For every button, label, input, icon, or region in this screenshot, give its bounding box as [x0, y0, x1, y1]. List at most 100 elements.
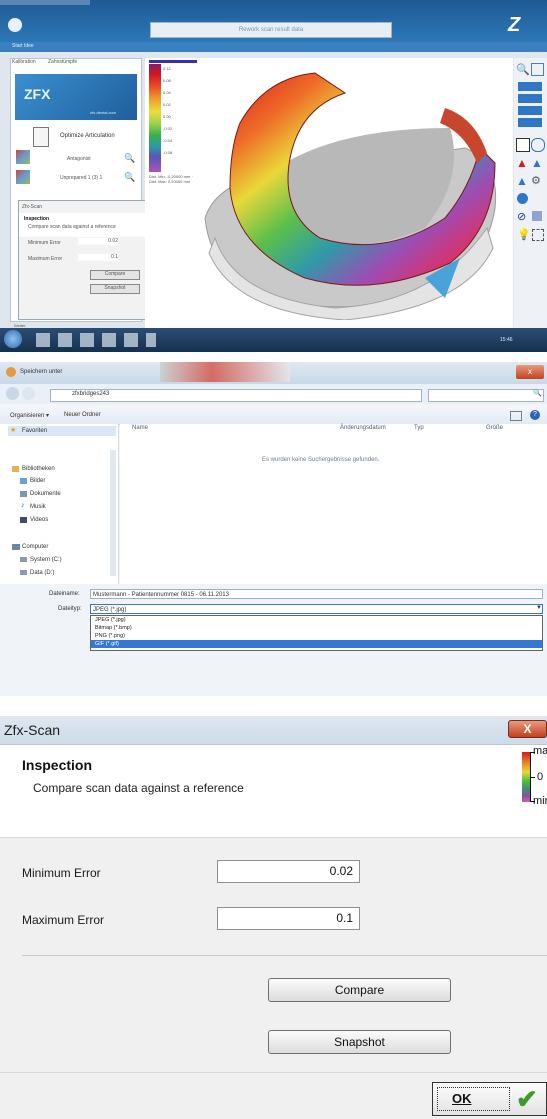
tab-zahnstuempfe[interactable]: Zahnstümpfe: [48, 59, 77, 65]
organize-button[interactable]: Organisieren ▾: [10, 412, 49, 419]
nav-item-documents[interactable]: Dokumente: [30, 491, 61, 497]
optimize-articulation-label[interactable]: Optimize Articulation: [60, 133, 115, 139]
music-icon: ♪: [21, 502, 25, 509]
inspection-title-bar: [0, 716, 547, 745]
unprepared-icon[interactable]: [16, 170, 30, 184]
nav-item-libraries[interactable]: Bibliotheken: [22, 466, 55, 472]
back-arrow-icon[interactable]: [6, 387, 19, 400]
ok-label: OK: [452, 1091, 472, 1106]
snapshot-button[interactable]: Snapshot: [268, 1030, 451, 1054]
filename-label: Dateiname:: [49, 591, 80, 597]
legend-values: 0.12 0.08 0.04 0.02 0.00 -0.02 -0.04 -0.…: [163, 66, 173, 155]
column-name[interactable]: Name: [132, 425, 148, 431]
error-color-scale: [522, 752, 530, 802]
documents-icon: [20, 491, 27, 497]
nav-item-music[interactable]: Musik: [30, 504, 46, 510]
nav-item-computer[interactable]: Computer: [22, 544, 48, 550]
column-size[interactable]: Größe: [486, 425, 503, 431]
mini-dialog-title: Zfx-Scan: [22, 204, 43, 210]
mini-compare-button[interactable]: Compare: [90, 270, 140, 280]
chevron-down-icon[interactable]: ▼: [536, 605, 542, 611]
ribbon-bar: [0, 42, 547, 52]
new-folder-button[interactable]: Neuer Ordner: [64, 412, 101, 418]
mini-min-error-field[interactable]: 0.02: [78, 238, 118, 245]
zoom-icon[interactable]: 🔍: [516, 63, 530, 76]
search-input[interactable]: [428, 389, 544, 402]
mini-max-error-field[interactable]: 0.1: [78, 254, 118, 261]
marker-mixed-icon[interactable]: ▲: [516, 174, 528, 188]
antagonist-label: Antagonist: [67, 156, 91, 162]
filetype-dropdown[interactable]: JPEG (*.jpg) Bitmap (*.bmp) PNG (*.png) …: [90, 615, 543, 651]
close-icon[interactable]: x: [516, 365, 544, 379]
divider: [22, 955, 547, 956]
grid-icon[interactable]: [532, 229, 544, 241]
square-icon[interactable]: [532, 211, 542, 221]
marker-red-icon[interactable]: ▲: [516, 156, 528, 170]
bulb-icon[interactable]: 💡: [517, 228, 531, 241]
select-icon[interactable]: [516, 138, 530, 152]
filetype-option-selected[interactable]: GIF (*.gif): [91, 640, 542, 648]
pictures-icon: [20, 478, 27, 484]
column-type[interactable]: Typ: [414, 425, 424, 431]
nav-item-data-drive[interactable]: Data (D:): [30, 570, 54, 576]
search-field[interactable]: Rework scan result data: [150, 22, 392, 38]
sphere-icon[interactable]: [517, 193, 528, 204]
zfx-logo-icon: Z: [508, 14, 521, 36]
filetype-option[interactable]: PNG (*.png): [91, 632, 542, 640]
minimum-error-input[interactable]: 0.02: [217, 860, 360, 883]
tab-kalibration[interactable]: Kalibration: [12, 59, 36, 65]
ok-focus-ring: [437, 1087, 510, 1111]
save-as-dialog-screenshot: Speichern unter x zfxbridges243 🔍 Organi…: [0, 362, 547, 696]
ribbon-tab[interactable]: Start Idee: [12, 43, 34, 49]
computer-icon: [12, 544, 20, 550]
scale-min-label: min: [533, 795, 547, 807]
marker-blue-icon[interactable]: ▲: [531, 156, 543, 170]
app-logo-icon[interactable]: [8, 18, 22, 32]
distance-stats: Dist. Min: -0.20000 mm · Dist. Max: 0.20…: [149, 174, 193, 184]
videos-icon: [20, 517, 27, 523]
dialog-icon: [6, 367, 16, 377]
filename-input[interactable]: Mustermann - Patientennummer 0815 - 06.1…: [90, 589, 543, 599]
nav-item-system-drive[interactable]: System (C:): [30, 557, 62, 563]
scale-max-label: max: [533, 745, 547, 757]
mini-dialog-subtitle: Compare scan data against a reference: [28, 224, 116, 230]
search-icon[interactable]: 🔍: [124, 153, 135, 164]
inspection-subtitle: Compare scan data against a reference: [33, 781, 244, 795]
mini-snapshot-button[interactable]: Snapshot: [90, 284, 140, 294]
inspection-window-title: Zfx-Scan: [4, 722, 61, 738]
column-modified[interactable]: Änderungsdatum: [340, 425, 386, 431]
forward-arrow-icon[interactable]: [22, 387, 35, 400]
filetype-select[interactable]: JPEG (*.jpg): [90, 604, 543, 614]
cut-icon[interactable]: ⊘: [517, 210, 526, 223]
nav-item-videos[interactable]: Videos: [30, 517, 48, 523]
help-icon[interactable]: ?: [530, 410, 540, 420]
brand-caption: zfx-dental.com: [90, 110, 117, 115]
zfx-software-screenshot: Rework scan result data Z Start Idee Kal…: [0, 0, 547, 352]
app-titlebar-strip: [0, 0, 90, 5]
star-icon: ★: [10, 427, 17, 434]
background-model-glimpse: [160, 362, 290, 382]
compare-button[interactable]: Compare: [268, 978, 451, 1002]
tooth-tools-icon[interactable]: [518, 82, 542, 130]
lasso-icon[interactable]: [531, 138, 545, 152]
nav-scrollbar[interactable]: [110, 450, 116, 576]
filetype-option[interactable]: JPEG (*.jpg): [91, 616, 542, 624]
maximum-error-input[interactable]: 0.1: [217, 907, 360, 930]
gear-icon[interactable]: ⚙: [531, 174, 541, 187]
nav-item-pictures[interactable]: Bilder: [30, 478, 45, 484]
dental-arch-model[interactable]: [195, 68, 505, 320]
taskbar-apps[interactable]: [36, 333, 156, 347]
articulation-icon[interactable]: [33, 127, 49, 147]
folder-path: zfxbridges243: [72, 391, 110, 397]
filetype-option[interactable]: Bitmap (*.bmp): [91, 624, 542, 632]
inspection-heading: Inspection: [22, 757, 93, 773]
antagonist-icon[interactable]: [16, 150, 30, 164]
drive-icon: [20, 557, 27, 562]
search-icon[interactable]: 🔍: [533, 389, 542, 397]
search-icon[interactable]: 🔍: [124, 172, 135, 183]
mini-min-error-label: Minimum Error: [28, 240, 61, 246]
zoom-box-icon[interactable]: [531, 63, 544, 76]
start-button-icon[interactable]: [4, 330, 22, 348]
view-options-icon[interactable]: [510, 411, 522, 421]
close-button[interactable]: X: [508, 720, 547, 738]
